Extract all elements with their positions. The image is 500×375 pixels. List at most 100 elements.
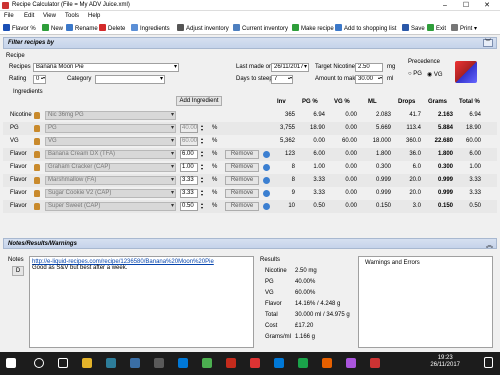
ingredient-percent-input[interactable]: 40.00: [180, 124, 198, 133]
warnings-label: Warnings and Errors: [365, 260, 420, 266]
ingredient-percent-input[interactable]: 1.00: [180, 163, 198, 172]
rename-button[interactable]: Rename: [66, 24, 98, 32]
app-icon-7[interactable]: [298, 358, 308, 368]
info-icon[interactable]: [263, 151, 270, 158]
flavor-percent-button[interactable]: Flavor %: [3, 24, 36, 32]
days-to-steep-stepper[interactable]: 7: [271, 75, 293, 84]
ingredient-percent-input[interactable]: 60.00: [180, 137, 198, 146]
close-button[interactable]: ✕: [479, 0, 495, 11]
percent-stepper[interactable]: ▴ ▾: [199, 137, 205, 146]
current-inventory-button[interactable]: Current inventory: [233, 24, 288, 32]
lock-icon[interactable]: [34, 203, 40, 210]
ingredient-percent-input[interactable]: 3.33: [180, 176, 198, 185]
ingredient-select[interactable]: Super Sweet (CAP): [45, 202, 176, 211]
percent-stepper[interactable]: ▴ ▾: [199, 124, 205, 133]
remove-ingredient-button[interactable]: Remove: [225, 150, 259, 159]
remove-ingredient-button[interactable]: Remove: [225, 202, 259, 211]
ingredients-icon: [131, 24, 138, 31]
collapse-chevron-icon[interactable]: ︾: [483, 39, 493, 47]
app-icon-6[interactable]: [250, 358, 260, 368]
lock-icon[interactable]: [34, 112, 40, 119]
search-icon[interactable]: [34, 358, 44, 368]
minimize-button[interactable]: –: [437, 0, 453, 11]
notes-textarea[interactable]: http://e-liquid-recipes.com/recipe/12365…: [29, 256, 254, 348]
ingredient-percent-input[interactable]: 6.00: [180, 150, 198, 159]
info-icon[interactable]: [263, 164, 270, 171]
lock-icon[interactable]: [34, 151, 40, 158]
app-icon-4[interactable]: [178, 358, 188, 368]
app-icon-1[interactable]: [106, 358, 116, 368]
precedence-pg-radio[interactable]: ○ PG: [408, 71, 422, 77]
last-made-date[interactable]: 26/11/2017: [271, 63, 309, 72]
file-explorer-icon[interactable]: [82, 358, 92, 368]
ingredient-select[interactable]: Sugar Cookie V2 (CAP): [45, 189, 176, 198]
add-ingredient-button[interactable]: Add Ingredient: [176, 96, 222, 106]
percent-stepper[interactable]: ▴ ▾: [199, 163, 205, 172]
lock-icon[interactable]: [34, 177, 40, 184]
info-icon[interactable]: [263, 190, 270, 197]
collapse-up-icon[interactable]: ︽: [486, 240, 493, 250]
firefox-icon[interactable]: [322, 358, 332, 368]
menu-help[interactable]: Help: [88, 13, 100, 19]
lock-icon[interactable]: [34, 138, 40, 145]
app-icon-3[interactable]: [154, 358, 164, 368]
recipe-calculator-taskbar-icon[interactable]: [370, 358, 380, 368]
ingredient-select[interactable]: VG: [45, 137, 176, 146]
ingredient-select[interactable]: Graham Cracker (CAP): [45, 163, 176, 172]
start-icon[interactable]: [6, 358, 16, 368]
recipe-select[interactable]: Banana Moon Pie: [33, 63, 179, 72]
percent-stepper[interactable]: ▴ ▾: [199, 176, 205, 185]
target-nicotine-input[interactable]: 2.50: [355, 63, 383, 72]
menu-view[interactable]: View: [43, 13, 56, 19]
category-select[interactable]: [95, 75, 165, 84]
menu-file[interactable]: File: [4, 13, 14, 19]
precedence-vg-radio[interactable]: ◉ VG: [427, 71, 443, 78]
result-key: Flavor: [265, 301, 282, 307]
notification-icon[interactable]: [484, 357, 493, 368]
lock-icon[interactable]: [34, 190, 40, 197]
task-view-icon[interactable]: [58, 358, 68, 368]
ingredient-row: FlavorBanana Cream DX (TFA)6.00▴▾%Remove…: [3, 148, 497, 161]
remove-ingredient-button[interactable]: Remove: [225, 189, 259, 198]
menu-edit[interactable]: Edit: [24, 13, 34, 19]
adjust-inventory-button[interactable]: Adjust inventory: [177, 24, 229, 32]
info-icon[interactable]: [263, 177, 270, 184]
print-button[interactable]: Print ▾: [451, 24, 477, 32]
new-button[interactable]: New: [42, 24, 63, 32]
ingredient-select[interactable]: Marshmallow (FA): [45, 176, 176, 185]
app-icon-8[interactable]: [346, 358, 356, 368]
make-recipe-button[interactable]: Make recipe: [292, 24, 334, 32]
remove-ingredient-button[interactable]: Remove: [225, 163, 259, 172]
menu-tools[interactable]: Tools: [65, 13, 79, 19]
lock-icon[interactable]: [34, 164, 40, 171]
ingredient-percent-input[interactable]: 0.50: [180, 202, 198, 211]
notes-results-panel[interactable]: Notes/Results/Warnings ︽: [3, 238, 497, 249]
ingredients-button[interactable]: Ingredients: [131, 24, 170, 32]
ingredient-percent-input[interactable]: 3.33: [180, 189, 198, 198]
app-icon-2[interactable]: [130, 358, 140, 368]
opera-icon[interactable]: [226, 358, 236, 368]
delete-button[interactable]: Delete: [99, 24, 125, 32]
maximize-button[interactable]: ☐: [458, 0, 474, 11]
percent-stepper[interactable]: ▴ ▾: [199, 202, 205, 211]
ingredient-select[interactable]: Banana Cream DX (TFA): [45, 150, 176, 159]
percent-stepper[interactable]: ▴ ▾: [199, 150, 205, 159]
ingredient-select[interactable]: Nic 36mg PG: [45, 111, 176, 120]
percent-stepper[interactable]: ▴ ▾: [199, 189, 205, 198]
d-button[interactable]: D: [12, 266, 24, 276]
ingredient-select[interactable]: PG: [45, 124, 176, 133]
mail-icon[interactable]: [274, 358, 284, 368]
filter-recipes-panel[interactable]: Filter recipes by ︾: [3, 37, 497, 49]
lock-icon[interactable]: [34, 125, 40, 132]
info-icon[interactable]: [263, 203, 270, 210]
remove-ingredient-button[interactable]: Remove: [225, 176, 259, 185]
delete-icon: [99, 24, 106, 31]
save-button[interactable]: Save: [402, 24, 425, 32]
exit-button[interactable]: Exit: [427, 24, 446, 32]
amount-to-make-stepper[interactable]: 30.00: [355, 75, 383, 84]
app-icon-5[interactable]: [202, 358, 212, 368]
rating-stepper[interactable]: 0: [33, 75, 46, 84]
add-to-shopping-list-button[interactable]: Add to shopping list: [335, 24, 396, 32]
clock[interactable]: 19:23 26/11/2017: [430, 355, 460, 369]
ingredient-row: FlavorSuper Sweet (CAP)0.50▴▾%Remove100.…: [3, 200, 497, 213]
